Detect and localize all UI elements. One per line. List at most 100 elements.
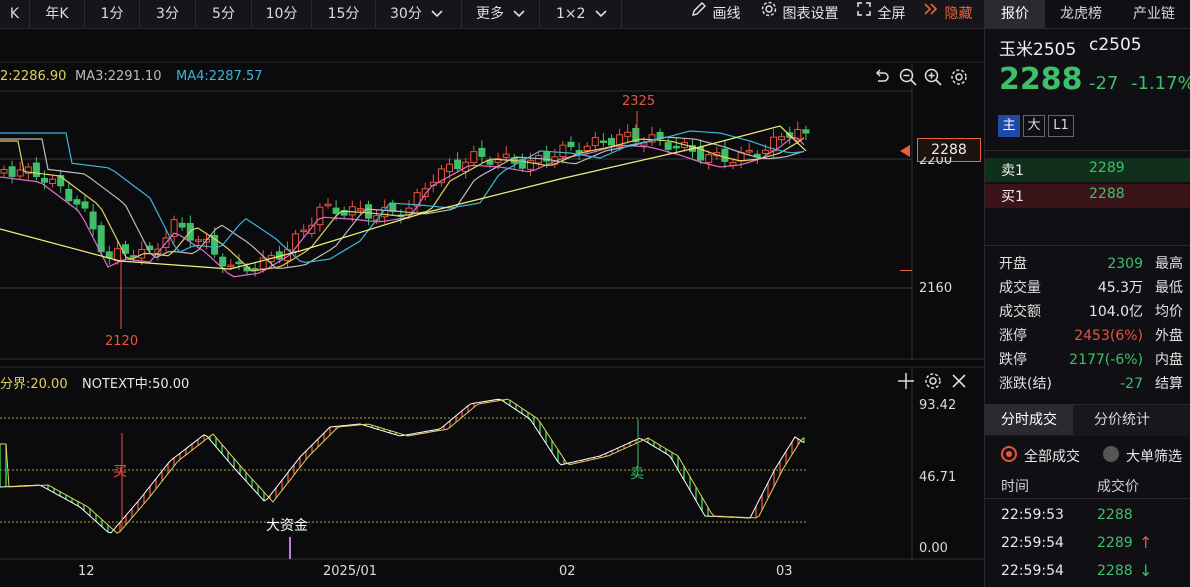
period-tab-1min[interactable]: 1分: [85, 0, 140, 28]
candle-body: [348, 206, 356, 216]
x-label-02: 02: [559, 564, 576, 579]
stat-row: 成交量 45.3万 最低: [985, 276, 1190, 300]
last-price: 2288: [999, 62, 1083, 97]
candle-body: [194, 239, 202, 242]
candle-body: [608, 137, 615, 146]
draw-line-label: 画线: [712, 6, 741, 22]
gear-icon: [760, 0, 778, 28]
candle-body: [599, 140, 607, 143]
indicator-label-divider: 分界:20.00: [0, 377, 68, 392]
gear-icon[interactable]: [923, 371, 943, 395]
stat-label: 开盘: [999, 256, 1027, 272]
stat-value: 2453(6%): [1074, 328, 1143, 344]
ma4-label: MA4:2287.57: [176, 69, 263, 84]
candle-body: [32, 162, 40, 178]
candle-body: [73, 199, 81, 205]
undo-icon[interactable]: [872, 67, 892, 91]
radio-big-orders[interactable]: [1103, 446, 1119, 462]
candle-body: [105, 251, 113, 259]
chart-toolbar: K 年K 1分 3分 5分 10分 15分 30分 更多 1×2 画线 图表设置: [0, 0, 984, 29]
price-change: -27: [1089, 73, 1119, 94]
more-label: 更多: [476, 6, 504, 22]
candle-body: [49, 178, 57, 184]
buy1-label: 买1: [1001, 189, 1024, 205]
expand-icon: [855, 0, 873, 28]
hide-label: 隐藏: [944, 6, 973, 22]
col-time-header: 时间: [1001, 479, 1029, 495]
period-tab-30min[interactable]: 30分: [376, 0, 462, 28]
trade-price: 2288: [1097, 507, 1133, 523]
layout-dropdown[interactable]: 1×2: [540, 0, 622, 28]
close-icon[interactable]: [949, 371, 969, 395]
fullscreen-label: 全屏: [877, 6, 906, 22]
chart-area[interactable]: 2:2286.90 MA3:2291.10 MA4:2287.57 2325 2…: [0, 29, 984, 587]
badge-big[interactable]: 大: [1023, 115, 1045, 137]
trade-time: 22:59:54: [1001, 535, 1064, 551]
tab-quote[interactable]: 报价: [985, 0, 1045, 28]
candle-body: [454, 159, 462, 170]
period-tab-year[interactable]: 年K: [30, 0, 85, 28]
radio-big-label: 大单筛选: [1126, 449, 1182, 465]
candle-body: [316, 206, 324, 226]
zoom-in-icon[interactable]: [923, 67, 943, 91]
y-tick-2160: 2160: [919, 281, 953, 296]
tab-dragon-tiger[interactable]: 龙虎榜: [1045, 0, 1117, 28]
stat-value: 104.0亿: [1088, 304, 1143, 320]
candle-body: [16, 169, 24, 177]
candle-body: [802, 129, 810, 134]
trade-direction-icon: ↑: [1139, 533, 1153, 552]
y-tick-partial: 2200: [919, 157, 953, 165]
candle-body: [227, 264, 235, 268]
period-tab-10min[interactable]: 10分: [252, 0, 312, 28]
chart-settings-label: 图表设置: [782, 6, 839, 22]
quote-panel: 报价 龙虎榜 产业链 玉米2505 c2505 2288 -27 -1.17% …: [984, 0, 1190, 587]
tab-industry-chain[interactable]: 产业链: [1117, 0, 1190, 28]
ma3-label: MA3:2291.10: [75, 69, 162, 84]
fullscreen-button[interactable]: 全屏: [855, 0, 905, 28]
stat-row: 涨停 2453(6%) 外盘: [985, 324, 1190, 348]
draw-line-button[interactable]: 画线: [690, 0, 740, 28]
sell1-row: 卖1 2289: [985, 158, 1190, 182]
buy1-price: 2288: [1089, 186, 1125, 202]
candle-body: [478, 147, 486, 157]
price-marker: [900, 270, 912, 271]
double-chevron-icon: [922, 0, 940, 28]
period-tab-k[interactable]: K: [0, 0, 30, 28]
trade-row: 22:59:54 2289 ↑: [985, 532, 1190, 558]
buy-signal: 买: [113, 464, 127, 480]
radio-all-trades[interactable]: [1001, 446, 1017, 462]
high-annotation: 2325: [622, 94, 656, 109]
crosshair-icon[interactable]: [896, 371, 916, 395]
chart-settings-button[interactable]: 图表设置: [760, 0, 838, 28]
candle-body: [421, 188, 429, 198]
candle-body: [729, 162, 737, 166]
gear-icon[interactable]: [949, 67, 969, 91]
tab-price-stats[interactable]: 分价统计: [1077, 405, 1167, 435]
stat-row: 跌停 2177(-6%) 内盘: [985, 348, 1190, 372]
col-price-header: 成交价: [1097, 479, 1139, 495]
candle-body: [8, 166, 16, 177]
tab-time-trades[interactable]: 分时成交: [985, 405, 1073, 435]
zoom-out-icon[interactable]: [898, 67, 918, 91]
stat-tail-label: 外盘: [1155, 328, 1183, 344]
period-tab-15min[interactable]: 15分: [312, 0, 376, 28]
candle-body: [559, 144, 567, 158]
sell1-label: 卖1: [1001, 163, 1024, 179]
candle-body: [324, 203, 332, 207]
candle-body: [365, 204, 372, 219]
badge-l1[interactable]: L1: [1048, 115, 1074, 137]
candle-body: [113, 248, 121, 262]
badge-main[interactable]: 主: [998, 115, 1020, 137]
price-change-pct: -1.17%: [1131, 73, 1190, 94]
candle-body: [300, 229, 308, 233]
buy1-row: 买1 2288: [985, 184, 1190, 208]
stat-tail-label: 结算: [1155, 376, 1183, 392]
sell1-price: 2289: [1089, 160, 1125, 176]
period-tab-5min[interactable]: 5分: [196, 0, 252, 28]
big-money-label: 大资金: [266, 518, 308, 534]
hide-panel-button[interactable]: 隐藏: [922, 0, 972, 28]
candle-body: [356, 208, 364, 211]
more-dropdown[interactable]: 更多: [462, 0, 540, 28]
period-tab-3min[interactable]: 3分: [140, 0, 196, 28]
low-annotation: 2120: [105, 334, 139, 349]
